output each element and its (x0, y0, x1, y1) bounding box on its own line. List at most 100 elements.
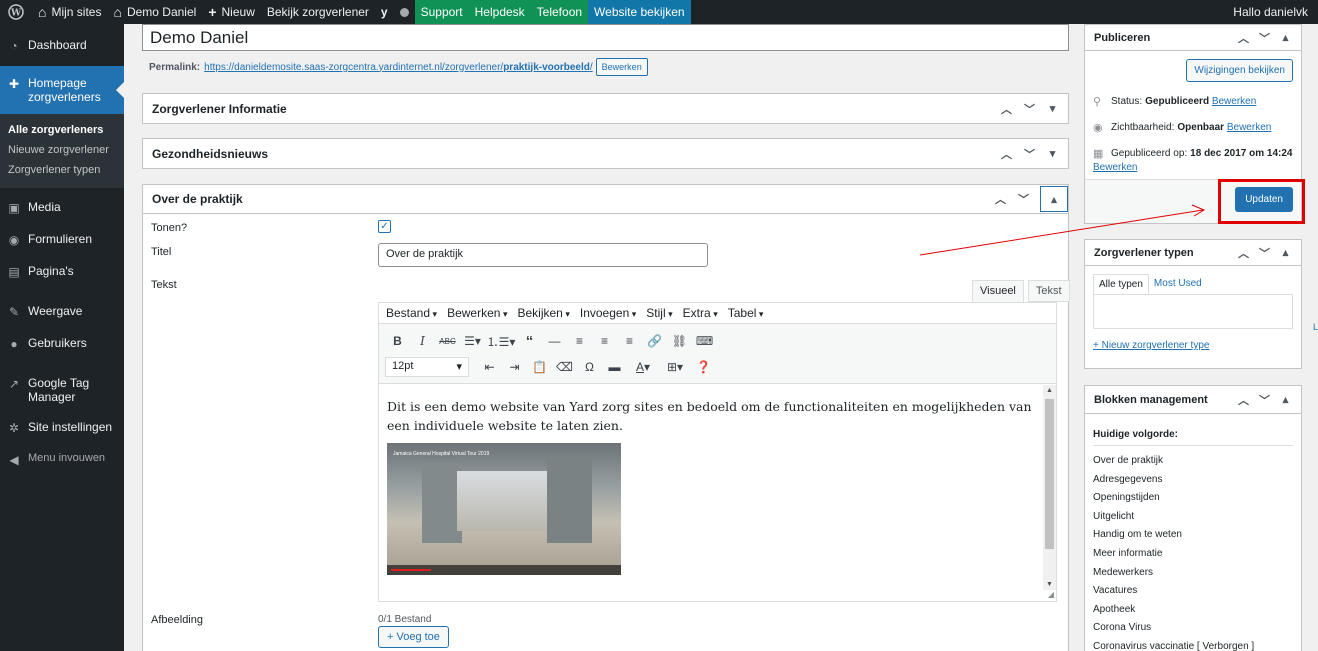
toggle-triangle-up-icon[interactable]: ▴ (1040, 186, 1068, 212)
numbered-list-icon[interactable]: ⒈☰▾ (485, 330, 517, 352)
italic-icon[interactable]: I (410, 330, 435, 352)
chevron-down-icon[interactable]: ﹀ (1258, 30, 1271, 46)
typen-header[interactable]: Zorgverlener typen ︿ ﹀ ▴ (1085, 240, 1301, 266)
submenu-all-zorgverleners[interactable]: Alle zorgverleners (0, 120, 124, 140)
chevron-down-icon[interactable]: ﹀ (1258, 245, 1271, 261)
metabox-header[interactable]: Gezondheidsnieuws ︿ ﹀ ▾ (143, 139, 1068, 168)
menu-bewerken[interactable]: Bewerken (447, 306, 507, 320)
scroll-up-icon[interactable]: ▲ (1046, 387, 1053, 394)
list-item[interactable]: Uitgelicht (1093, 508, 1254, 527)
font-size-select[interactable]: 12pt ▾ (385, 357, 469, 377)
blockquote-icon[interactable]: “ (517, 330, 542, 352)
site-name-menu[interactable]: ⌂ Demo Daniel (107, 0, 202, 24)
visibility-edit-link[interactable]: Bewerken (1227, 122, 1271, 133)
toggle-triangle-up-icon[interactable]: ▴ (1279, 31, 1292, 44)
menu-formulieren[interactable]: ◉ Formulieren (0, 224, 124, 256)
text-color-icon[interactable]: A ▾ (627, 356, 659, 378)
submenu-new-zorgverlener[interactable]: Nieuwe zorgverlener (0, 140, 124, 160)
menu-google-tag-manager[interactable]: ↗ Google Tag Manager (0, 368, 124, 412)
menu-paginas[interactable]: ▤ Pagina's (0, 256, 124, 288)
support-link[interactable]: Support (414, 0, 469, 24)
list-item[interactable]: Adresgegevens (1093, 471, 1254, 490)
menu-bekijken[interactable]: Bekijken (517, 306, 569, 320)
embedded-video-thumbnail[interactable]: Jamaica General Hospital Virtual Tour 20… (387, 443, 621, 575)
chevron-up-icon[interactable]: ︿ (1000, 146, 1013, 162)
tonen-checkbox[interactable]: ✓ (378, 220, 391, 233)
published-edit-link[interactable]: Bewerken (1093, 162, 1137, 173)
status-edit-link[interactable]: Bewerken (1212, 96, 1256, 107)
permalink-edit-button[interactable]: Bewerken (595, 58, 648, 76)
bullet-list-icon[interactable]: ☰▾ (460, 330, 485, 352)
add-image-button[interactable]: + Voeg toe (378, 626, 449, 648)
telefoon-link[interactable]: Telefoon (530, 0, 589, 24)
toggle-triangle-up-icon[interactable]: ▴ (1279, 246, 1292, 259)
menu-site-instellingen[interactable]: ✲ Site instellingen (0, 412, 124, 444)
helpdesk-link[interactable]: Helpdesk (468, 0, 531, 24)
post-title-input[interactable]: Demo Daniel (142, 24, 1069, 51)
scroll-down-icon[interactable]: ▼ (1046, 581, 1053, 588)
add-zorgverlener-type-link[interactable]: + Nieuw zorgverlener type (1093, 340, 1209, 351)
publish-header[interactable]: Publiceren ︿ ﹀ ▴ (1085, 25, 1301, 51)
list-item[interactable]: Apotheek (1093, 601, 1254, 620)
list-item[interactable]: Medewerkers (1093, 564, 1254, 583)
unlink-icon[interactable]: ⛓ (667, 330, 692, 352)
yoast-seo-icon[interactable]: y (375, 0, 394, 24)
submenu-zorgverlener-typen[interactable]: Zorgverlener typen (0, 160, 124, 180)
list-item[interactable]: Over de praktijk (1093, 452, 1254, 471)
bold-icon[interactable]: B (385, 330, 410, 352)
menu-extra[interactable]: Extra (683, 306, 718, 320)
indent-icon[interactable]: ⇥ (502, 356, 527, 378)
chevron-down-icon[interactable]: ﹀ (1023, 101, 1036, 117)
align-center-icon[interactable]: ≡ (592, 330, 617, 352)
special-character-icon[interactable]: Ω (577, 356, 602, 378)
editor-content[interactable]: Dit is een demo website van Yard zorg si… (379, 385, 1044, 590)
list-item[interactable]: Coronavirus vaccinatie [ Verborgen ] (1093, 638, 1254, 651)
horizontal-line-icon[interactable]: — (542, 330, 567, 352)
keyboard-icon[interactable]: ⌨ (692, 330, 717, 352)
new-content-menu[interactable]: + Nieuw (202, 0, 261, 24)
metabox-header[interactable]: Over de praktijk ︿ ﹀ ▴ (143, 185, 1068, 214)
resize-handle-icon[interactable]: ◢ (1048, 590, 1054, 599)
help-icon[interactable]: ❓ (691, 356, 716, 378)
list-item[interactable]: Corona Virus (1093, 619, 1254, 638)
menu-invoegen[interactable]: Invoegen (580, 306, 636, 320)
chevron-up-icon[interactable]: ︿ (1000, 101, 1013, 117)
chevron-up-icon[interactable]: ︿ (1237, 245, 1250, 261)
menu-stijl[interactable]: Stijl (646, 306, 672, 320)
list-item[interactable]: Vacatures (1093, 582, 1254, 601)
view-website-link[interactable]: Website bekijken (588, 0, 691, 24)
tab-visueel[interactable]: Visueel (972, 280, 1024, 302)
scrollbar-thumb[interactable] (1045, 399, 1054, 549)
blokken-header[interactable]: Blokken management ︿ ﹀ ▴ (1085, 386, 1301, 414)
menu-homepage-zorgverleners[interactable]: ✚ Homepage zorgverleners (0, 66, 124, 114)
menu-bestand[interactable]: Bestand (386, 306, 437, 320)
menu-media[interactable]: ▣ Media (0, 192, 124, 224)
clear-formatting-icon[interactable]: ⌫ (552, 356, 577, 378)
metabox-header[interactable]: Zorgverlener Informatie ︿ ﹀ ▾ (143, 94, 1068, 123)
align-left-icon[interactable]: ≡ (567, 330, 592, 352)
toggle-triangle-icon[interactable]: ▾ (1046, 147, 1059, 160)
list-item[interactable]: Meer informatie (1093, 545, 1254, 564)
my-sites-menu[interactable]: ⌂ Mijn sites (32, 0, 107, 24)
tab-alle-typen[interactable]: Alle typen (1093, 274, 1149, 295)
strikethrough-icon[interactable]: ABC (435, 330, 460, 352)
outdent-icon[interactable]: ⇤ (477, 356, 502, 378)
menu-dashboard[interactable]: ◔ Dashboard (0, 24, 124, 62)
paste-text-icon[interactable]: 📋 (527, 356, 552, 378)
menu-collapse[interactable]: ◀ Menu invouwen (0, 444, 124, 476)
editor-scrollbar[interactable]: ▲ ▼ (1043, 385, 1056, 590)
tab-tekst[interactable]: Tekst (1027, 280, 1070, 302)
chevron-down-icon[interactable]: ﹀ (1023, 146, 1036, 162)
chevron-up-icon[interactable]: ︿ (994, 191, 1007, 207)
align-right-icon[interactable]: ≡ (617, 330, 642, 352)
preview-changes-button[interactable]: Wijzigingen bekijken (1186, 59, 1293, 82)
view-post-link[interactable]: Bekijk zorgverlener (261, 0, 375, 24)
tab-most-used[interactable]: Most Used (1149, 274, 1207, 295)
toggle-triangle-up-icon[interactable]: ▴ (1279, 393, 1292, 406)
page-break-icon[interactable]: ▬ (602, 356, 627, 378)
chevron-up-icon[interactable]: ︿ (1237, 30, 1250, 46)
menu-weergave[interactable]: ✎ Weergave (0, 296, 124, 328)
menu-gebruikers[interactable]: ● Gebruikers (0, 328, 124, 360)
list-item[interactable]: Openingstijden (1093, 489, 1254, 508)
chevron-up-icon[interactable]: ︿ (1237, 392, 1250, 408)
